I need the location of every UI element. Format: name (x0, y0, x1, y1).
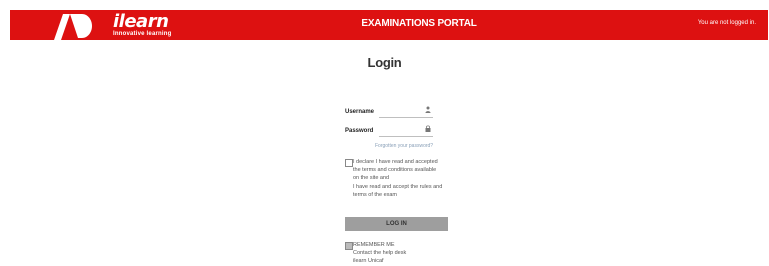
login-status-text: You are not logged in. (697, 20, 756, 26)
terms-line: terms of the exam (353, 191, 398, 198)
accept-terms-text: I declare I have read and accepted the t… (353, 158, 463, 199)
remember-me-checkbox[interactable] (345, 242, 353, 250)
portal-title: EXAMINATIONS PORTAL (361, 18, 477, 29)
username-label: Username (345, 109, 375, 115)
help-line: ilearn Unicaf (353, 258, 384, 265)
remember-text: REMEMBER ME Contact the help desk ilearn… (353, 241, 463, 266)
terms-line: I have read and accept the rules and (353, 183, 443, 190)
help-line[interactable]: Contact the help desk (353, 249, 463, 257)
terms-line: the terms and conditions available (353, 167, 437, 174)
user-icon (425, 106, 431, 117)
site-header: ilearn Innovative learning EXAMINATIONS … (10, 10, 768, 40)
terms-line: I declare I have read and accepted (353, 159, 438, 165)
terms-line: on the site and (353, 175, 390, 182)
forgot-password-link[interactable]: Forgotten your password? (375, 143, 433, 149)
login-button[interactable]: LOG IN (345, 217, 448, 231)
accept-terms-checkbox[interactable] (345, 159, 353, 167)
remember-me-label: REMEMBER ME (353, 242, 395, 248)
password-label: Password (345, 128, 374, 134)
page-title: Login (367, 55, 402, 70)
logo-tagline: Innovative learning (113, 31, 172, 37)
lock-icon (425, 125, 431, 136)
